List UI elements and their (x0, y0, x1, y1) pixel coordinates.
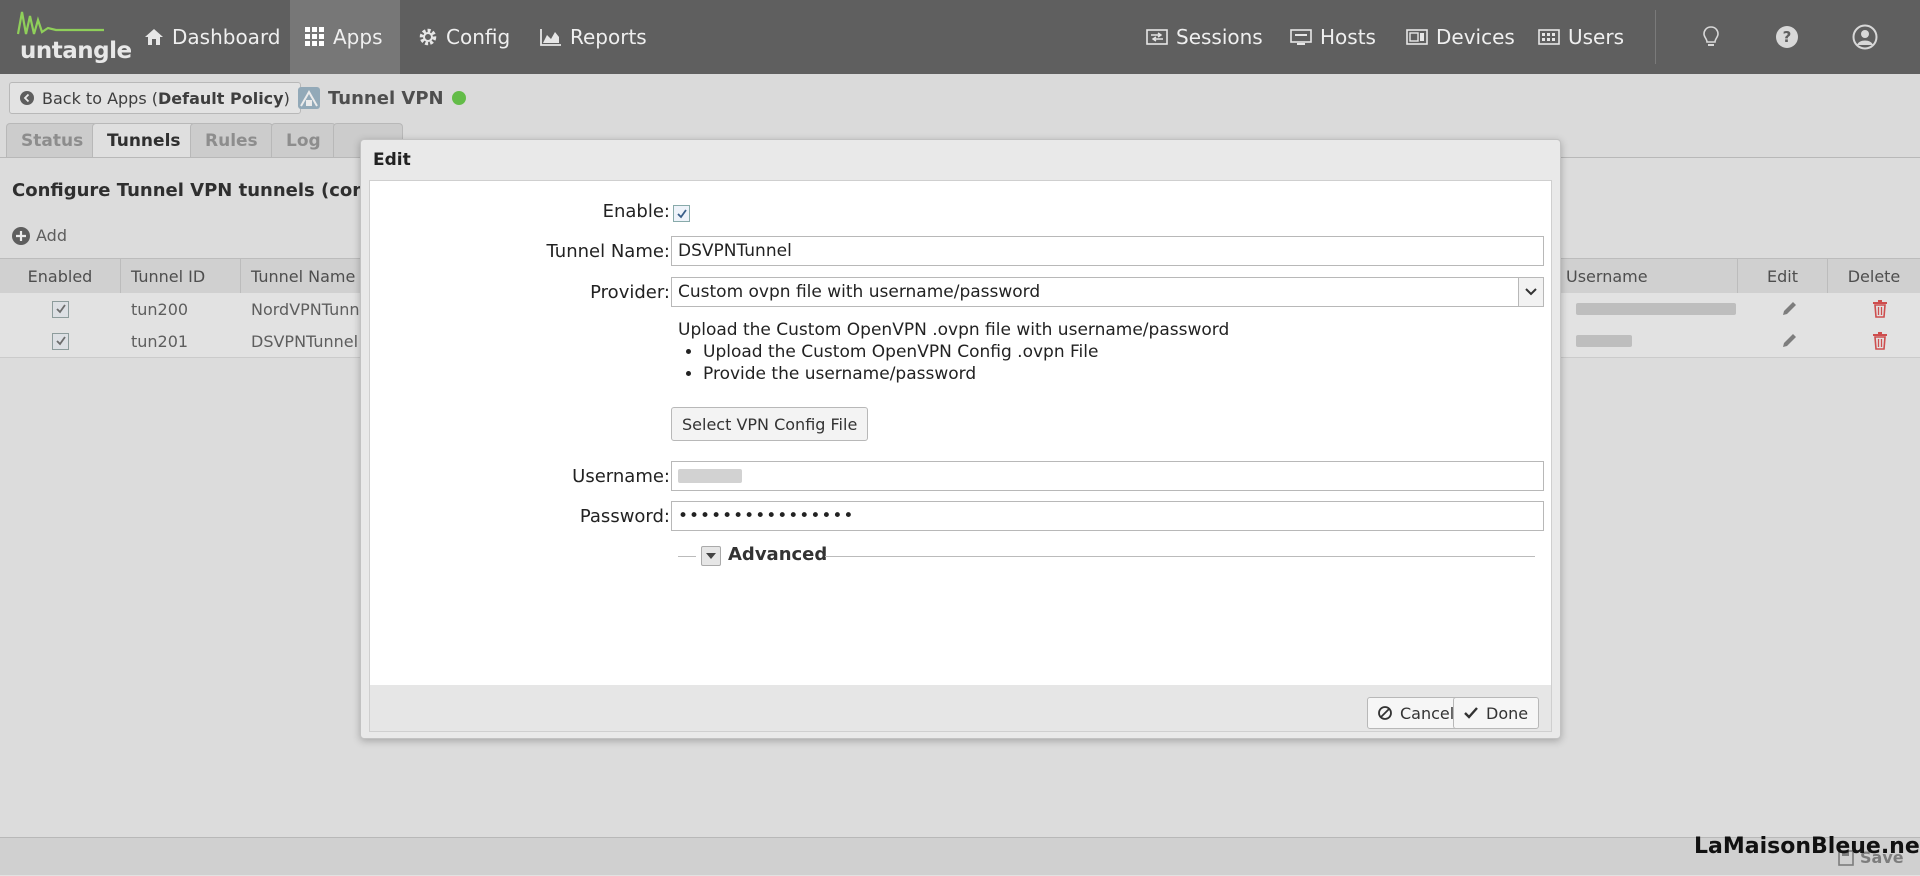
watermark: LaMaisonBleue.net (1694, 834, 1920, 859)
lightbulb-icon[interactable] (1696, 22, 1726, 52)
provider-instructions: Upload the Custom OpenVPN .ovpn file wit… (678, 319, 1229, 385)
gear-icon (419, 28, 437, 46)
cancel-button-label: Cancel (1400, 703, 1455, 723)
nav-reports[interactable]: Reports (540, 0, 647, 74)
cancel-button[interactable]: Cancel (1367, 697, 1466, 729)
password-input[interactable]: •••••••••••••••• (671, 501, 1544, 531)
username-label: Username: (572, 466, 670, 487)
dialog-title: Edit (373, 150, 411, 170)
provider-description: Upload the Custom OpenVPN .ovpn file wit… (678, 320, 1230, 340)
password-label: Password: (579, 506, 670, 527)
provider-steps-list: Upload the Custom OpenVPN Config .ovpn F… (678, 341, 1229, 385)
nav-apps[interactable]: Apps (290, 0, 400, 74)
nav-dashboard-label: Dashboard (172, 25, 281, 49)
checkmark-icon (676, 208, 687, 218)
nav-users[interactable]: Users (1538, 0, 1624, 74)
done-button[interactable]: Done (1453, 697, 1540, 729)
tunnel-name-label: Tunnel Name: (546, 241, 670, 262)
nav-dashboard[interactable]: Dashboard (130, 0, 284, 74)
enable-label: Enable: (602, 201, 670, 222)
nav-sessions-label: Sessions (1176, 25, 1263, 49)
nav-reports-label: Reports (570, 25, 647, 49)
nav-config[interactable]: Config (418, 0, 510, 74)
checkmark-icon (1464, 707, 1478, 719)
devices-icon (1406, 29, 1428, 45)
help-icon[interactable]: ? (1772, 22, 1802, 52)
top-navigation-bar: untangle Dashboard Apps Config Reports S (0, 0, 1920, 74)
area-chart-icon (540, 29, 561, 46)
nav-divider (1655, 10, 1656, 64)
nav-apps-label: Apps (333, 25, 383, 49)
provider-dropdown-trigger[interactable] (1518, 277, 1544, 307)
advanced-section-toggle[interactable]: Advanced (678, 544, 1555, 568)
advanced-label: Advanced (728, 544, 828, 565)
account-icon[interactable] (1850, 22, 1880, 52)
nav-hosts[interactable]: Hosts (1290, 0, 1376, 74)
nav-config-label: Config (446, 25, 511, 49)
dialog-footer: Cancel Done (369, 685, 1552, 732)
list-item: Upload the Custom OpenVPN Config .ovpn F… (703, 341, 1229, 363)
nav-devices[interactable]: Devices (1406, 0, 1515, 74)
provider-select[interactable]: Custom ovpn file with username/password (671, 277, 1544, 307)
fieldset-line (678, 556, 696, 557)
enable-checkbox[interactable] (673, 205, 690, 222)
tunnel-name-input[interactable]: DSVPNTunnel (671, 236, 1544, 266)
nav-hosts-label: Hosts (1320, 25, 1376, 49)
hosts-icon (1290, 29, 1312, 45)
done-button-label: Done (1486, 703, 1529, 723)
grid-icon (305, 27, 324, 46)
sessions-icon (1146, 29, 1168, 45)
untangle-logo[interactable]: untangle (16, 8, 132, 66)
username-redacted (678, 469, 742, 483)
list-item: Provide the username/password (703, 363, 1229, 385)
chevron-down-icon (1525, 288, 1537, 296)
home-icon (145, 29, 163, 45)
edit-tunnel-dialog: Edit Enable: Tunnel Name: DSVPNTunnel Pr… (360, 139, 1561, 739)
expand-toggle-icon[interactable] (701, 546, 721, 566)
nav-users-label: Users (1568, 25, 1625, 49)
fieldset-line (825, 556, 1535, 557)
nav-sessions[interactable]: Sessions (1146, 0, 1263, 74)
users-icon (1538, 29, 1560, 45)
provider-label: Provider: (590, 282, 670, 303)
select-vpn-config-file-button[interactable]: Select VPN Config File (671, 407, 869, 441)
ban-icon (1378, 706, 1392, 720)
username-input[interactable] (671, 461, 1544, 491)
svg-text:?: ? (1783, 28, 1792, 46)
dialog-body: Enable: Tunnel Name: DSVPNTunnel Provide… (369, 180, 1552, 687)
logo-wave-icon (16, 11, 104, 35)
nav-devices-label: Devices (1436, 25, 1515, 49)
logo-text: untangle (20, 38, 132, 64)
provider-selected-value: Custom ovpn file with username/password (678, 282, 1041, 302)
